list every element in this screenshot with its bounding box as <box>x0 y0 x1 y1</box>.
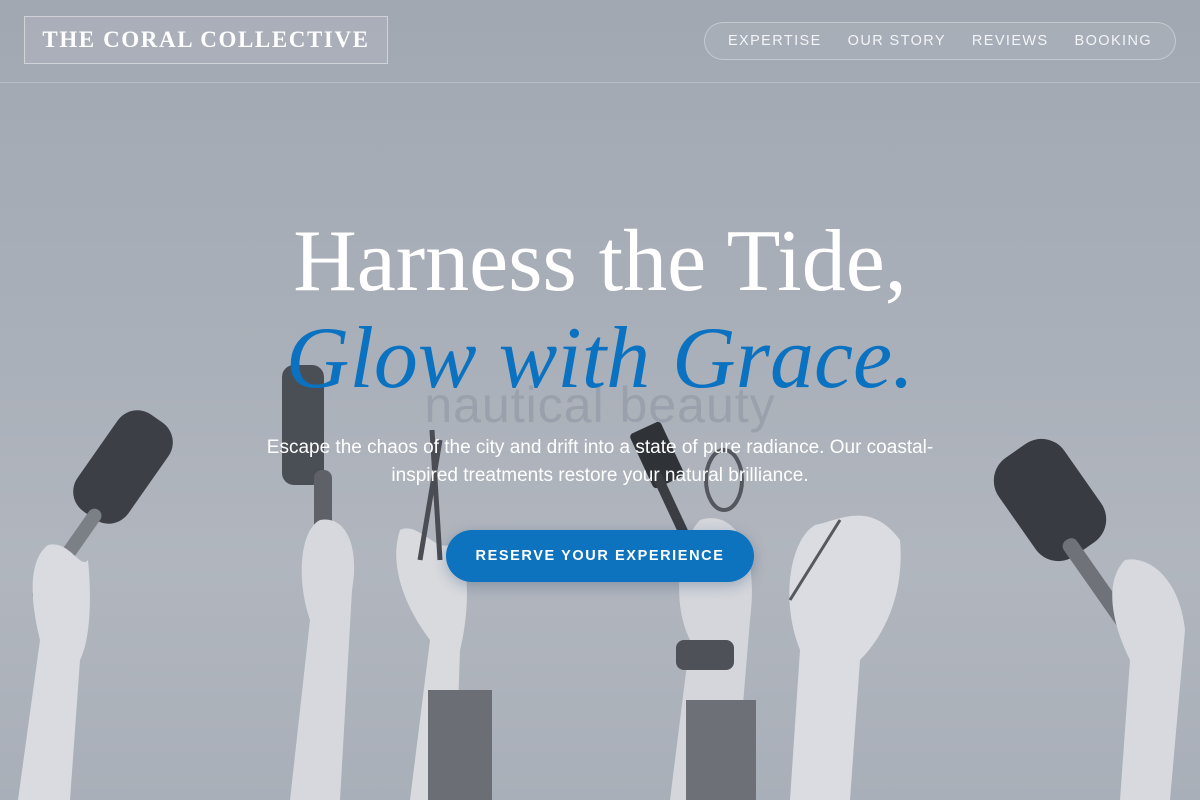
nav-item-expertise[interactable]: EXPERTISE <box>728 33 822 49</box>
nav-item-our-story[interactable]: OUR STORY <box>848 33 946 49</box>
hand-left <box>18 544 90 800</box>
hand-open <box>789 515 901 800</box>
hero-headline-line2: Glow with Grace. <box>285 310 915 407</box>
site-header: THE CORAL COLLECTIVE EXPERTISE OUR STORY… <box>0 0 1200 83</box>
hand-second <box>290 519 355 800</box>
hand-right <box>1112 559 1185 800</box>
hero-lead-paragraph: Escape the chaos of the city and drift i… <box>266 437 934 486</box>
brand-logo[interactable]: THE CORAL COLLECTIVE <box>24 16 388 64</box>
reserve-experience-button[interactable]: RESERVE YOUR EXPERIENCE <box>446 530 754 582</box>
hero-headline-line1: Harness the Tide, <box>293 213 907 310</box>
nav-item-booking[interactable]: BOOKING <box>1075 33 1152 49</box>
paddle-brush-right <box>993 438 1107 562</box>
main-nav: EXPERTISE OUR STORY REVIEWS BOOKING <box>704 22 1176 60</box>
nav-item-reviews[interactable]: REVIEWS <box>972 33 1049 49</box>
